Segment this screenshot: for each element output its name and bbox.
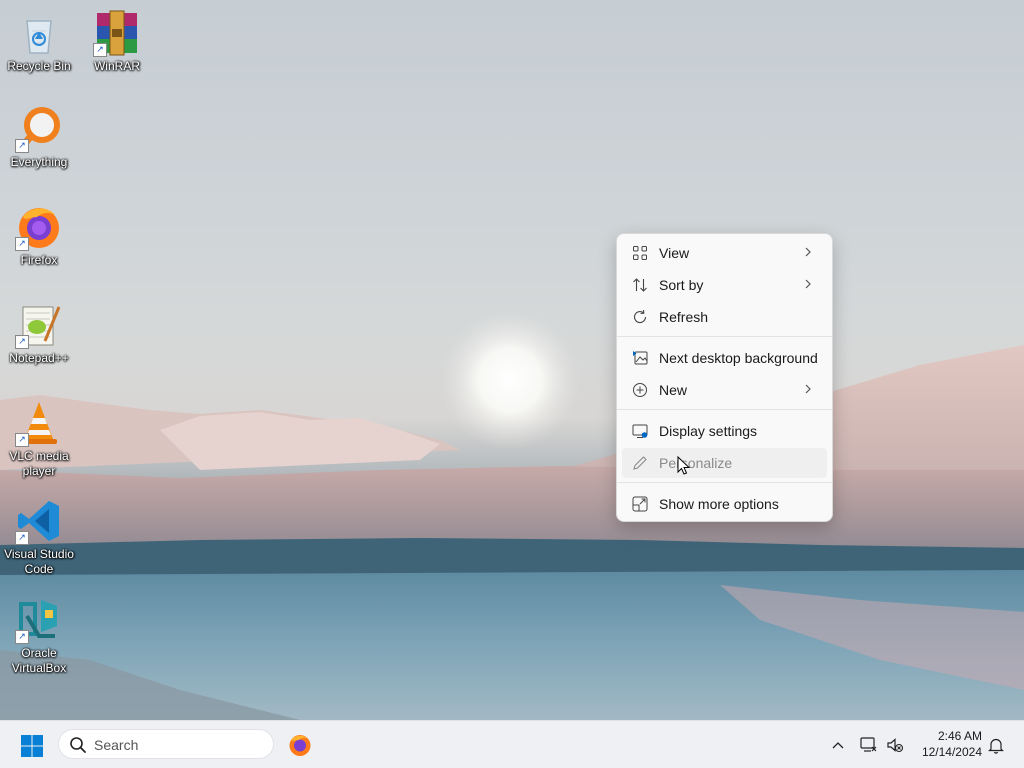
desktop-icon-label: WinRAR: [93, 59, 140, 73]
refresh-icon: [633, 309, 647, 324]
desktop-icon-label: Recycle Bin: [7, 59, 71, 73]
taskbar-firefox-icon[interactable]: [288, 733, 312, 757]
desktop-icon-label: Everything: [10, 155, 68, 169]
start-button[interactable]: [20, 734, 44, 758]
shortcut-arrow-icon: ↗: [15, 433, 29, 447]
menu-item-label: Sort by: [659, 277, 704, 293]
menu-item-label: Next desktop background: [659, 350, 818, 366]
menu-item-new[interactable]: New: [622, 375, 827, 405]
pen-icon: [633, 456, 647, 470]
bell-icon: [988, 738, 1004, 754]
chevron-right-icon: [805, 247, 811, 257]
menu-item-label: Personalize: [659, 455, 733, 471]
menu-item-label: Display settings: [659, 423, 758, 439]
show-hidden-icons-button[interactable]: [828, 721, 848, 768]
show-more-icon: [632, 496, 648, 512]
menu-item-refresh[interactable]: Refresh: [622, 302, 827, 332]
taskbar-search-box[interactable]: Search: [58, 729, 274, 759]
network-status-button[interactable]: [858, 721, 880, 768]
menu-item-sort-by[interactable]: Sort by: [622, 270, 827, 300]
menu-item-next-desktop-background[interactable]: Next desktop background: [622, 343, 827, 373]
desktop-icon-label: Firefox: [20, 253, 58, 267]
sort-icon: [633, 278, 647, 292]
clock-date: 12/14/2024: [921, 745, 982, 759]
menu-item-display-settings[interactable]: Display settings: [622, 416, 827, 446]
recycle-bin-icon: [26, 20, 52, 54]
search-icon: [70, 737, 86, 753]
taskbar: Search 2:46 AM 12/14/2024: [0, 720, 1024, 768]
search-placeholder: Search: [94, 737, 139, 753]
taskbar-clock[interactable]: 2:46 AM 12/14/2024: [912, 728, 982, 760]
menu-item-label: Refresh: [659, 309, 709, 325]
plus-circle-icon: [633, 383, 647, 397]
menu-item-show-more-options[interactable]: Show more options: [622, 489, 827, 519]
mouse-cursor-icon: [677, 456, 691, 475]
menu-separator: [617, 482, 832, 483]
desktop-icon-vlc[interactable]: ↗ VLC media player: [1, 399, 77, 479]
desktop-icon-notepad-plus-plus[interactable]: ↗ Notepad++: [1, 301, 77, 366]
desktop-icon-label: Oracle VirtualBox: [11, 646, 67, 675]
desktop-context-menu: View Sort by Refresh Next desktop backgr…: [616, 233, 833, 522]
menu-item-label: View: [659, 245, 690, 261]
shortcut-arrow-icon: ↗: [15, 335, 29, 349]
desktop-icon-winrar[interactable]: ↗ WinRAR: [79, 9, 155, 74]
shortcut-arrow-icon: ↗: [15, 139, 29, 153]
grid-icon: [633, 246, 647, 260]
desktop-icon-everything[interactable]: ↗ Everything: [1, 105, 77, 170]
desktop-icon-label: Notepad++: [9, 351, 69, 365]
display-settings-icon: [632, 424, 648, 438]
chevron-up-icon: [832, 742, 844, 749]
desktop-icon-firefox[interactable]: ↗ Firefox: [1, 203, 77, 268]
desktop-icon-recycle-bin[interactable]: Recycle Bin: [1, 9, 77, 74]
desktop-icon-label: VLC media player: [9, 449, 69, 478]
shortcut-arrow-icon: ↗: [15, 630, 29, 644]
menu-separator: [617, 409, 832, 410]
next-background-icon: [633, 351, 648, 365]
shortcut-arrow-icon: ↗: [15, 237, 29, 251]
wallpaper-landscape: [0, 310, 1024, 720]
network-disconnected-icon: [860, 737, 877, 752]
menu-item-label: New: [659, 382, 688, 398]
chevron-right-icon: [805, 384, 811, 394]
desktop-icon-label: Visual Studio Code: [4, 547, 74, 576]
menu-item-personalize[interactable]: Personalize: [622, 448, 827, 478]
desktop-icon-vscode[interactable]: ↗ Visual Studio Code: [1, 497, 77, 577]
chevron-right-icon: [805, 279, 811, 289]
menu-item-label: Show more options: [659, 496, 779, 512]
shortcut-arrow-icon: ↗: [93, 43, 107, 57]
volume-button[interactable]: [884, 721, 906, 768]
notifications-button[interactable]: [986, 721, 1006, 768]
desktop-icon-virtualbox[interactable]: ↗ Oracle VirtualBox: [1, 596, 77, 676]
volume-muted-icon: [887, 738, 904, 753]
shortcut-arrow-icon: ↗: [15, 531, 29, 545]
menu-separator: [617, 336, 832, 337]
clock-time: 2:46 AM: [937, 729, 982, 743]
menu-item-view[interactable]: View: [622, 238, 827, 268]
desktop-wallpaper[interactable]: [0, 0, 1024, 720]
